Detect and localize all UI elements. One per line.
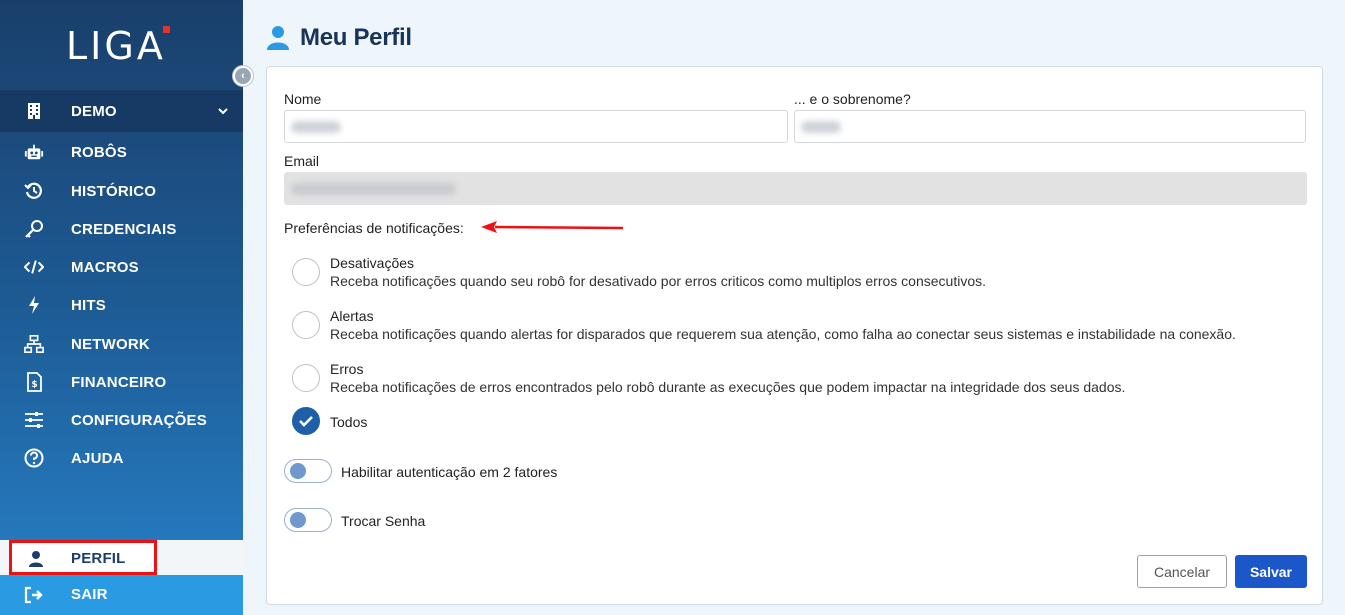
bolt-icon [24, 295, 44, 315]
nome-label: Nome [284, 91, 322, 107]
radio-erros[interactable] [292, 364, 320, 392]
sidebar-item-perfil[interactable]: PERFIL [9, 540, 157, 575]
logo: LIGA [66, 24, 176, 68]
user-icon [266, 25, 290, 51]
radio-todos[interactable] [292, 407, 320, 435]
sidebar-item-macros[interactable]: MACROS [0, 248, 243, 286]
help-icon [24, 448, 44, 468]
sidebar: LIGA DEMO ROBÔS HISTÓRICO CREDENCIAIS MA… [0, 0, 243, 540]
change-password-toggle[interactable] [284, 508, 332, 532]
sidebar-item-historico[interactable]: HISTÓRICO [0, 172, 243, 210]
profile-form: Nome ... e o sobrenome? Email Preferênci… [266, 66, 1323, 605]
history-icon [24, 181, 44, 201]
svg-text:$: $ [31, 380, 37, 390]
code-icon [24, 257, 44, 277]
notification-preferences-label: Preferências de notificações: [284, 220, 464, 236]
chevron-left-icon: ‹ [235, 68, 251, 84]
radio-alertas[interactable] [292, 311, 320, 339]
building-icon [24, 101, 44, 121]
sidebar-item-credenciais[interactable]: CREDENCIAIS [0, 210, 243, 248]
save-button[interactable]: Salvar [1235, 555, 1307, 588]
sidebar-item-hits[interactable]: HITS [0, 286, 243, 324]
network-icon [24, 334, 44, 354]
two-factor-toggle[interactable] [284, 459, 332, 483]
email-field [284, 172, 1307, 205]
sidebar-item-ajuda[interactable]: AJUDA [0, 439, 243, 477]
annotation-arrow-icon [481, 221, 624, 233]
page-title: Meu Perfil [266, 24, 412, 52]
sidebar-item-configuracoes[interactable]: CONFIGURAÇÕES [0, 401, 243, 439]
sidebar-item-sair[interactable]: SAIR [0, 575, 243, 615]
sobrenome-input[interactable] [794, 110, 1306, 143]
two-factor-label: Habilitar autenticação em 2 fatores [341, 464, 558, 480]
sidebar-item-financeiro[interactable]: $ FINANCEIRO [0, 363, 243, 401]
radio-desativacoes[interactable] [292, 258, 320, 286]
check-icon [299, 416, 313, 427]
sidebar-item-network[interactable]: NETWORK [0, 325, 243, 363]
org-selector[interactable]: DEMO [0, 90, 243, 132]
cancel-button[interactable]: Cancelar [1137, 555, 1227, 588]
email-label: Email [284, 153, 320, 169]
org-label: DEMO [71, 102, 117, 120]
key-icon [24, 219, 44, 239]
sidebar-item-robos[interactable]: ROBÔS [0, 133, 243, 171]
invoice-icon: $ [24, 372, 44, 392]
nome-input[interactable] [284, 110, 788, 143]
change-password-label: Trocar Senha [341, 513, 426, 529]
user-icon [26, 549, 46, 569]
sobrenome-label: ... e o sobrenome? [794, 91, 911, 107]
collapse-sidebar-button[interactable]: ‹ [232, 65, 254, 87]
chevron-down-icon [218, 104, 228, 118]
robot-icon [24, 142, 44, 162]
sliders-icon [24, 410, 44, 430]
logout-icon [24, 585, 44, 605]
